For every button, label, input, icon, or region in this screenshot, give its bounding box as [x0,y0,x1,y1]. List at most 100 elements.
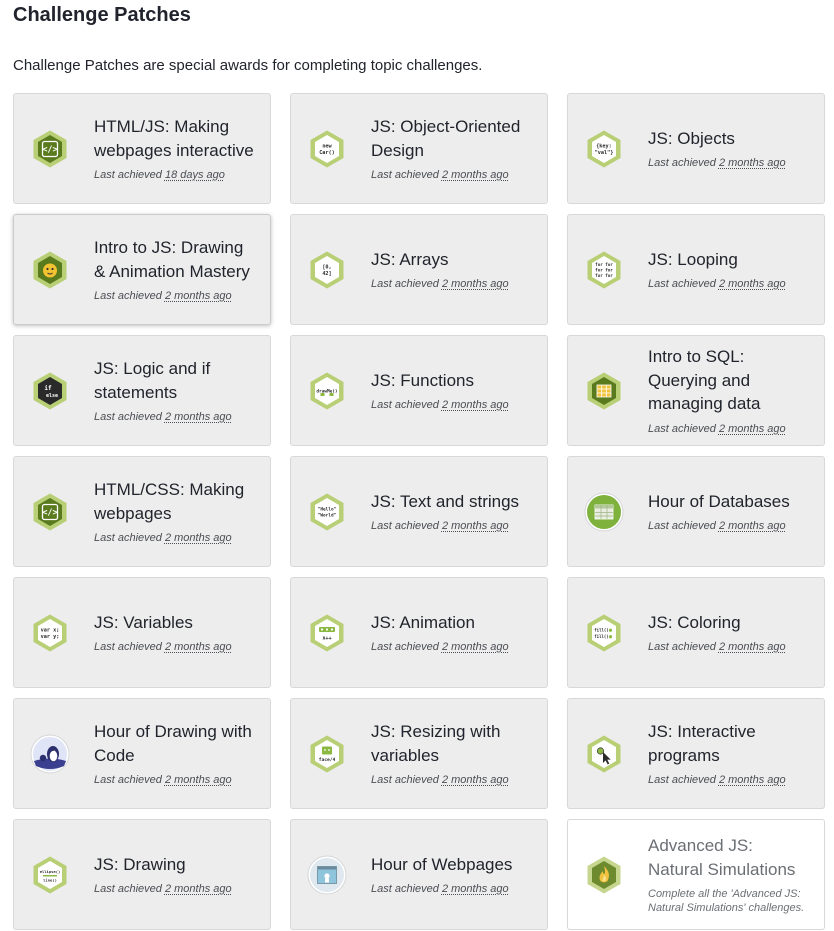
patch-card[interactable]: for for for for for for JS: Looping Last ach… [567,214,825,325]
patch-text: JS: Text and strings Last achieved 2 mont… [371,490,519,534]
svg-text:for for: for for [595,272,613,277]
patch-card[interactable]: x++ JS: Animation Last achieved 2 months a… [290,577,548,688]
patch-card[interactable]: ellipse() line() JS: Drawing Last achieved … [13,819,271,930]
winston-character-icon [30,250,70,290]
animation-frames-icon: x++ [307,613,347,653]
svg-text:drawMe(): drawMe() [316,388,337,394]
achieved-label: Last achieved [648,520,716,533]
patch-card[interactable]: Intro to JS: Drawing & Animation Mastery… [13,214,271,325]
achieved-time: 2 months ago [441,520,509,533]
resize-face-icon: face/4 [307,734,347,774]
patch-title: JS: Resizing with variables [371,722,501,765]
svg-text:fill(): fill() [594,627,608,632]
patch-title: JS: Functions [371,370,474,390]
achieved-label: Last achieved [94,532,162,544]
patch-title: HTML/CSS: Making webpages [94,480,245,523]
svg-text:face/4: face/4 [319,757,336,763]
patch-text: Intro to JS: Drawing & Animation Mastery… [94,236,258,303]
patch-card[interactable]: var x; var y; JS: Variables Last achieved 2… [13,577,271,688]
achieved-time: 2 months ago [164,290,232,302]
patch-card[interactable]: {key: "val"} JS: Objects Last achieved 2 mo… [567,93,825,204]
patch-text: JS: Arrays Last achieved 2 months ago [371,248,509,292]
mouse-cursor-icon [584,734,624,774]
patch-text: JS: Functions Last achieved 2 months ago [371,369,509,413]
patch-card[interactable]: fill() fill() JS: Coloring Last achieved 2 … [567,577,825,688]
fill-color-icon: fill() fill() [584,613,624,653]
patch-achieved: Last achieved 2 months ago [371,168,535,182]
patch-text: HTML/CSS: Making webpages Last achieved 2… [94,478,258,545]
patch-achieved: Last achieved 2 months ago [94,773,258,787]
patch-card[interactable]: new Car() JS: Object-Oriented Design Last a… [290,93,548,204]
achieved-label: Last achieved [94,883,162,896]
achieved-label: Last achieved [371,520,439,533]
patch-card[interactable]: "Hello" "World" JS: Text and strings Last a… [290,456,548,567]
svg-text:[0,: [0, [322,264,331,270]
achieved-time: 2 months ago [441,399,509,412]
patch-title: JS: Objects [648,128,735,148]
patch-card[interactable]: drawMe() JS: Functions Last achieved 2 mon… [290,335,548,446]
patch-achieved: Last achieved 2 months ago [371,277,509,291]
patch-text: Advanced JS: Natural Simulations Complete… [648,834,812,915]
var-declaration-icon: var x; var y; [30,613,70,653]
patch-card[interactable]: Hour of Drawing with Code Last achieved 2… [13,698,271,809]
svg-text:new: new [322,143,332,149]
svg-text:x++: x++ [322,635,331,641]
achieved-time: 2 months ago [718,774,786,786]
drawing-shapes-icon: ellipse() line() [30,855,70,895]
patch-title: JS: Text and strings [371,491,520,511]
svg-text:ellipse(): ellipse() [40,869,61,874]
patch-title: Advanced JS: Natural Simulations [648,836,796,879]
patch-achieved: Last achieved 2 months ago [648,640,786,654]
patch-achieved: Last achieved 2 months ago [648,519,790,533]
patch-title: JS: Animation [371,612,475,632]
achieved-label: Last achieved [371,883,439,896]
array-brackets-icon: [0, 42] [307,250,347,290]
achieved-time: 2 months ago [718,422,786,435]
patch-card[interactable]: JS: Interactive programs Last achieved 2 … [567,698,825,809]
patch-title: Intro to SQL: Querying and managing data [648,347,761,414]
patch-text: Hour of Webpages Last achieved 2 months a… [371,853,512,897]
achieved-label: Last achieved [371,399,439,412]
achieved-label: Last achieved [94,641,162,654]
code-brackets-icon: </> [30,492,70,532]
patch-achieved: Last achieved 18 days ago [94,168,258,182]
svg-text:42]: 42] [322,271,331,277]
penguin-circle-icon [30,734,70,774]
patch-card[interactable]: [0, 42] JS: Arrays Last achieved 2 months a… [290,214,548,325]
patch-achieved: Last achieved 2 months ago [371,398,509,412]
patch-title: JS: Variables [94,612,193,632]
achieved-time: 2 months ago [441,883,509,896]
patch-card[interactable]: Intro to SQL: Querying and managing data… [567,335,825,446]
achieved-label: Last achieved [371,278,439,291]
patch-title: HTML/JS: Making webpages interactive [94,117,254,160]
achieved-time: 2 months ago [718,641,786,654]
patch-text: JS: Drawing Last achieved 2 months ago [94,853,232,897]
patch-card[interactable]: </> HTML/CSS: Making webpages Last achieve… [13,456,271,567]
patch-text: Intro to SQL: Querying and managing data… [648,345,812,436]
patch-card[interactable]: Hour of Webpages Last achieved 2 months a… [290,819,548,930]
patch-title: JS: Logic and if statements [94,359,211,402]
patch-card[interactable]: face/4 JS: Resizing with variables Last ac… [290,698,548,809]
achieved-time: 2 months ago [164,774,232,786]
patch-title: Hour of Drawing with Code [94,722,252,765]
patch-achieved: Last achieved 2 months ago [371,519,519,533]
patch-achieved: Last achieved 2 months ago [94,289,258,303]
patch-title: Hour of Databases [648,491,790,511]
patch-card[interactable]: Advanced JS: Natural Simulations Complete… [567,819,825,930]
achieved-label: Last achieved [371,641,439,654]
patch-card[interactable]: Hour of Databases Last achieved 2 months … [567,456,825,567]
patch-card[interactable]: </> HTML/JS: Making webpages interactive L… [13,93,271,204]
code-brackets-icon: </> [30,129,70,169]
patch-title: JS: Arrays [371,249,449,269]
svg-text:"val"}: "val"} [595,150,614,156]
patch-card[interactable]: if else JS: Logic and if statements Last ac… [13,335,271,446]
patch-title: JS: Looping [648,249,738,269]
achieved-time: 2 months ago [718,157,786,170]
page-title: Challenge Patches [13,4,191,26]
patch-achieved: Last achieved 2 months ago [371,773,535,787]
achieved-time: 2 months ago [441,774,509,786]
achieved-time: 2 months ago [164,883,232,896]
database-circle-icon [584,492,624,532]
achieved-time: 2 months ago [441,641,509,654]
patch-text: JS: Looping Last achieved 2 months ago [648,248,786,292]
